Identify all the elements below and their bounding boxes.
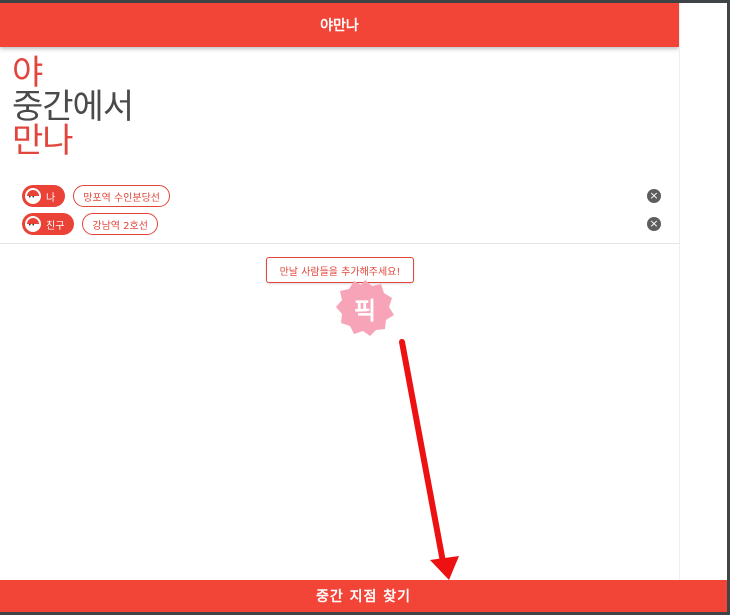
avatar-face-icon [25,216,41,232]
find-midpoint-label: 중간 지점 찾기 [315,589,412,605]
app-title: 야만나 [320,18,359,34]
person-row-me: 나 망포역 수인분당선 [22,184,170,208]
person-chip-me[interactable]: 나 [22,185,66,207]
person-chip-friend[interactable]: 친구 [22,213,75,235]
find-midpoint-button[interactable]: 중간 지점 찾기 [0,580,727,612]
pick-label: 픽 [353,296,377,325]
person-row-friend: 친구 강남역 2호선 [22,212,158,236]
app-header: 야만나 [0,3,679,47]
side-gutter [679,3,730,580]
section-divider [0,243,679,244]
hero-line-1: 야 [12,53,43,93]
hero-line-2: 중간에서 [12,87,134,127]
remove-person-friend-close-icon[interactable]: × [647,217,661,231]
remove-person-me-close-icon[interactable]: × [647,189,661,203]
person-name: 나 [46,192,56,204]
station-chip-friend[interactable]: 강남역 2호선 [82,213,158,235]
station-chip-me[interactable]: 망포역 수인분당선 [73,185,170,207]
hero-line-3: 만나 [12,121,74,161]
avatar-face-icon [25,188,41,204]
pick-badge: 픽 [336,280,394,336]
hero-heading: 야 중간에서 만나 [12,53,134,161]
person-name: 친구 [46,220,65,232]
